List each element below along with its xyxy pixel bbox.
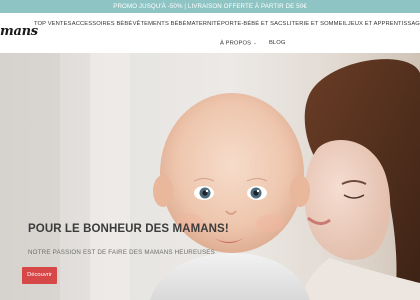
nav-item-porte-bebe-et-sacs[interactable]: PORTE-BÉBÉ ET SACS (221, 21, 286, 27)
nav-item-top-ventes[interactable]: TOP VENTES (34, 21, 72, 27)
chevron-down-icon: ⌄ (253, 39, 257, 45)
nav-item-a-propos-label: À PROPOS (220, 40, 252, 47)
promo-banner: PROMO JUSQU'À -50% | LIVRAISON OFFERTE À… (0, 0, 420, 13)
nav-item-a-propos[interactable]: À PROPOS ⌄ (220, 40, 257, 47)
nav-item-jeux-et-apprentissage[interactable]: JEUX ET APPRENTISSAG (348, 21, 420, 27)
promo-banner-text: PROMO JUSQU'À -50% | LIVRAISON OFFERTE À… (113, 3, 307, 10)
nav-item-blog[interactable]: BLOG (269, 40, 286, 46)
nav-item-maternite[interactable]: MATERNITÉ (187, 21, 221, 27)
nav-item-accessoires-bebe[interactable]: ACCESSOIRES BÉBÉ (72, 21, 133, 27)
secondary-nav: À PROPOS ⌄ BLOG (220, 37, 286, 49)
hero-subtitle: NOTRE PASSION EST DE FAIRE DES MAMANS HE… (28, 249, 215, 256)
nav-item-vetements-bebe[interactable]: VÊTEMENTS BÉBÉ (133, 21, 187, 27)
hero-title: POUR LE BONHEUR DES MAMANS! (28, 223, 229, 235)
discover-button[interactable]: Découvrir (22, 267, 57, 284)
nav-item-literie-et-sommeil[interactable]: LITERIE ET SOMMEIL (287, 21, 348, 27)
site-logo[interactable]: mans (0, 22, 38, 42)
hero-banner: POUR LE BONHEUR DES MAMANS! NOTRE PASSIO… (0, 53, 420, 300)
main-nav: TOP VENTES ACCESSOIRES BÉBÉ VÊTEMENTS BÉ… (34, 18, 420, 30)
site-header: mans TOP VENTES ACCESSOIRES BÉBÉ VÊTEMEN… (0, 13, 420, 53)
hero-image (0, 53, 420, 300)
